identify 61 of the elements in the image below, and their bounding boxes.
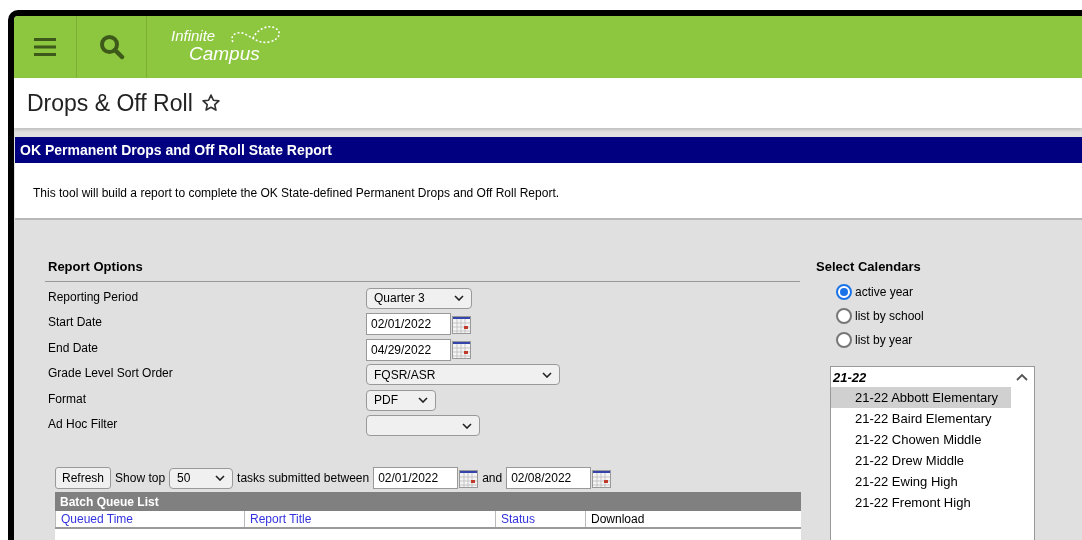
table-title: Batch Queue List: [60, 493, 159, 511]
dropdown[interactable]: FQSR/ASR: [366, 364, 560, 386]
radio-button[interactable]: [836, 308, 852, 324]
field-label: End Date: [48, 339, 100, 357]
field-label: Format: [48, 390, 87, 408]
field-label: Start Date: [48, 314, 104, 332]
section-heading: Select Calendars: [816, 258, 922, 274]
chevron-down-icon: [462, 422, 472, 429]
scroll-up-icon[interactable]: [1016, 373, 1028, 381]
calendar-icon[interactable]: [452, 314, 471, 334]
calendar-item[interactable]: 21-22 Chowen Middle: [831, 429, 1011, 450]
calendar-item[interactable]: 21-22 Ewing High: [831, 471, 1011, 492]
column-header: Download: [585, 511, 801, 528]
date-field[interactable]: 02/01/2022: [366, 313, 451, 336]
field-label: Reporting Period: [48, 288, 140, 306]
dropdown[interactable]: 50: [169, 467, 234, 489]
calendar-icon[interactable]: [452, 340, 471, 360]
dropdown-value: PDF: [374, 392, 398, 410]
report-description: This tool will build a report to complete the OK State-defined Permanent Drops and Off Roll Report.: [33, 184, 560, 202]
logo-text: Infinite: [171, 28, 216, 43]
radio-label: list by year: [855, 332, 913, 349]
field-label: Grade Level Sort Order: [48, 365, 174, 383]
date-field[interactable]: 02/01/2022: [373, 467, 459, 490]
chevron-down-icon: [215, 475, 226, 482]
section-heading: Report Options: [48, 258, 144, 276]
date-field[interactable]: 04/29/2022: [366, 338, 451, 361]
show-top-label: Show top: [115, 470, 166, 488]
radio-button[interactable]: [836, 284, 852, 300]
and-label: and: [482, 470, 503, 488]
radio-label: list by school: [855, 308, 924, 325]
between-label: tasks submitted between: [237, 470, 370, 488]
refresh-button[interactable]: Refresh: [55, 467, 112, 490]
chevron-down-icon: [454, 295, 464, 301]
radio-label: active year: [855, 284, 914, 301]
date-field[interactable]: 02/08/2022: [506, 467, 592, 490]
dropdown[interactable]: PDF: [366, 389, 436, 411]
chevron-down-icon: [418, 397, 428, 404]
dropdown-value: Quarter 3: [374, 290, 425, 307]
star-icon[interactable]: [200, 93, 221, 113]
calendar-item[interactable]: 21-22 Abbott Elementary: [831, 387, 1011, 408]
field-label: Ad Hoc Filter: [48, 416, 119, 434]
chevron-down-icon: [542, 371, 552, 378]
calendar-icon[interactable]: [592, 468, 612, 488]
dropdown-value: 50: [177, 470, 191, 488]
report-title: OK Permanent Drops and Off Roll State Report: [20, 140, 332, 160]
column-header[interactable]: Report Title: [244, 511, 495, 528]
column-header[interactable]: Status: [495, 511, 585, 528]
logo-text: Campus: [189, 44, 260, 63]
calendar-group: 21-22: [831, 369, 867, 387]
calendar-list[interactable]: 21-22 21-22 Abbott Elementary 21-22 Baird Elementary 21-22 Chowen Middle 21-22 Drew Middle 21-22 Ewing High 21-22 Fremont High: [830, 366, 1035, 540]
page-title: Drops & Off Roll: [27, 88, 193, 118]
calendar-item[interactable]: 21-22 Drew Middle: [831, 450, 1011, 471]
dropdown[interactable]: Quarter 3: [366, 287, 472, 309]
radio-button[interactable]: [836, 332, 852, 348]
calendar-item[interactable]: 21-22 Fremont High: [831, 492, 1011, 513]
column-header[interactable]: Queued Time: [55, 511, 244, 528]
calendar-item[interactable]: 21-22 Baird Elementary: [831, 408, 1011, 429]
search-icon: [98, 34, 125, 60]
menu-icon: [33, 37, 57, 57]
calendar-icon[interactable]: [459, 468, 479, 488]
dropdown-value: FQSR/ASR: [374, 366, 436, 384]
